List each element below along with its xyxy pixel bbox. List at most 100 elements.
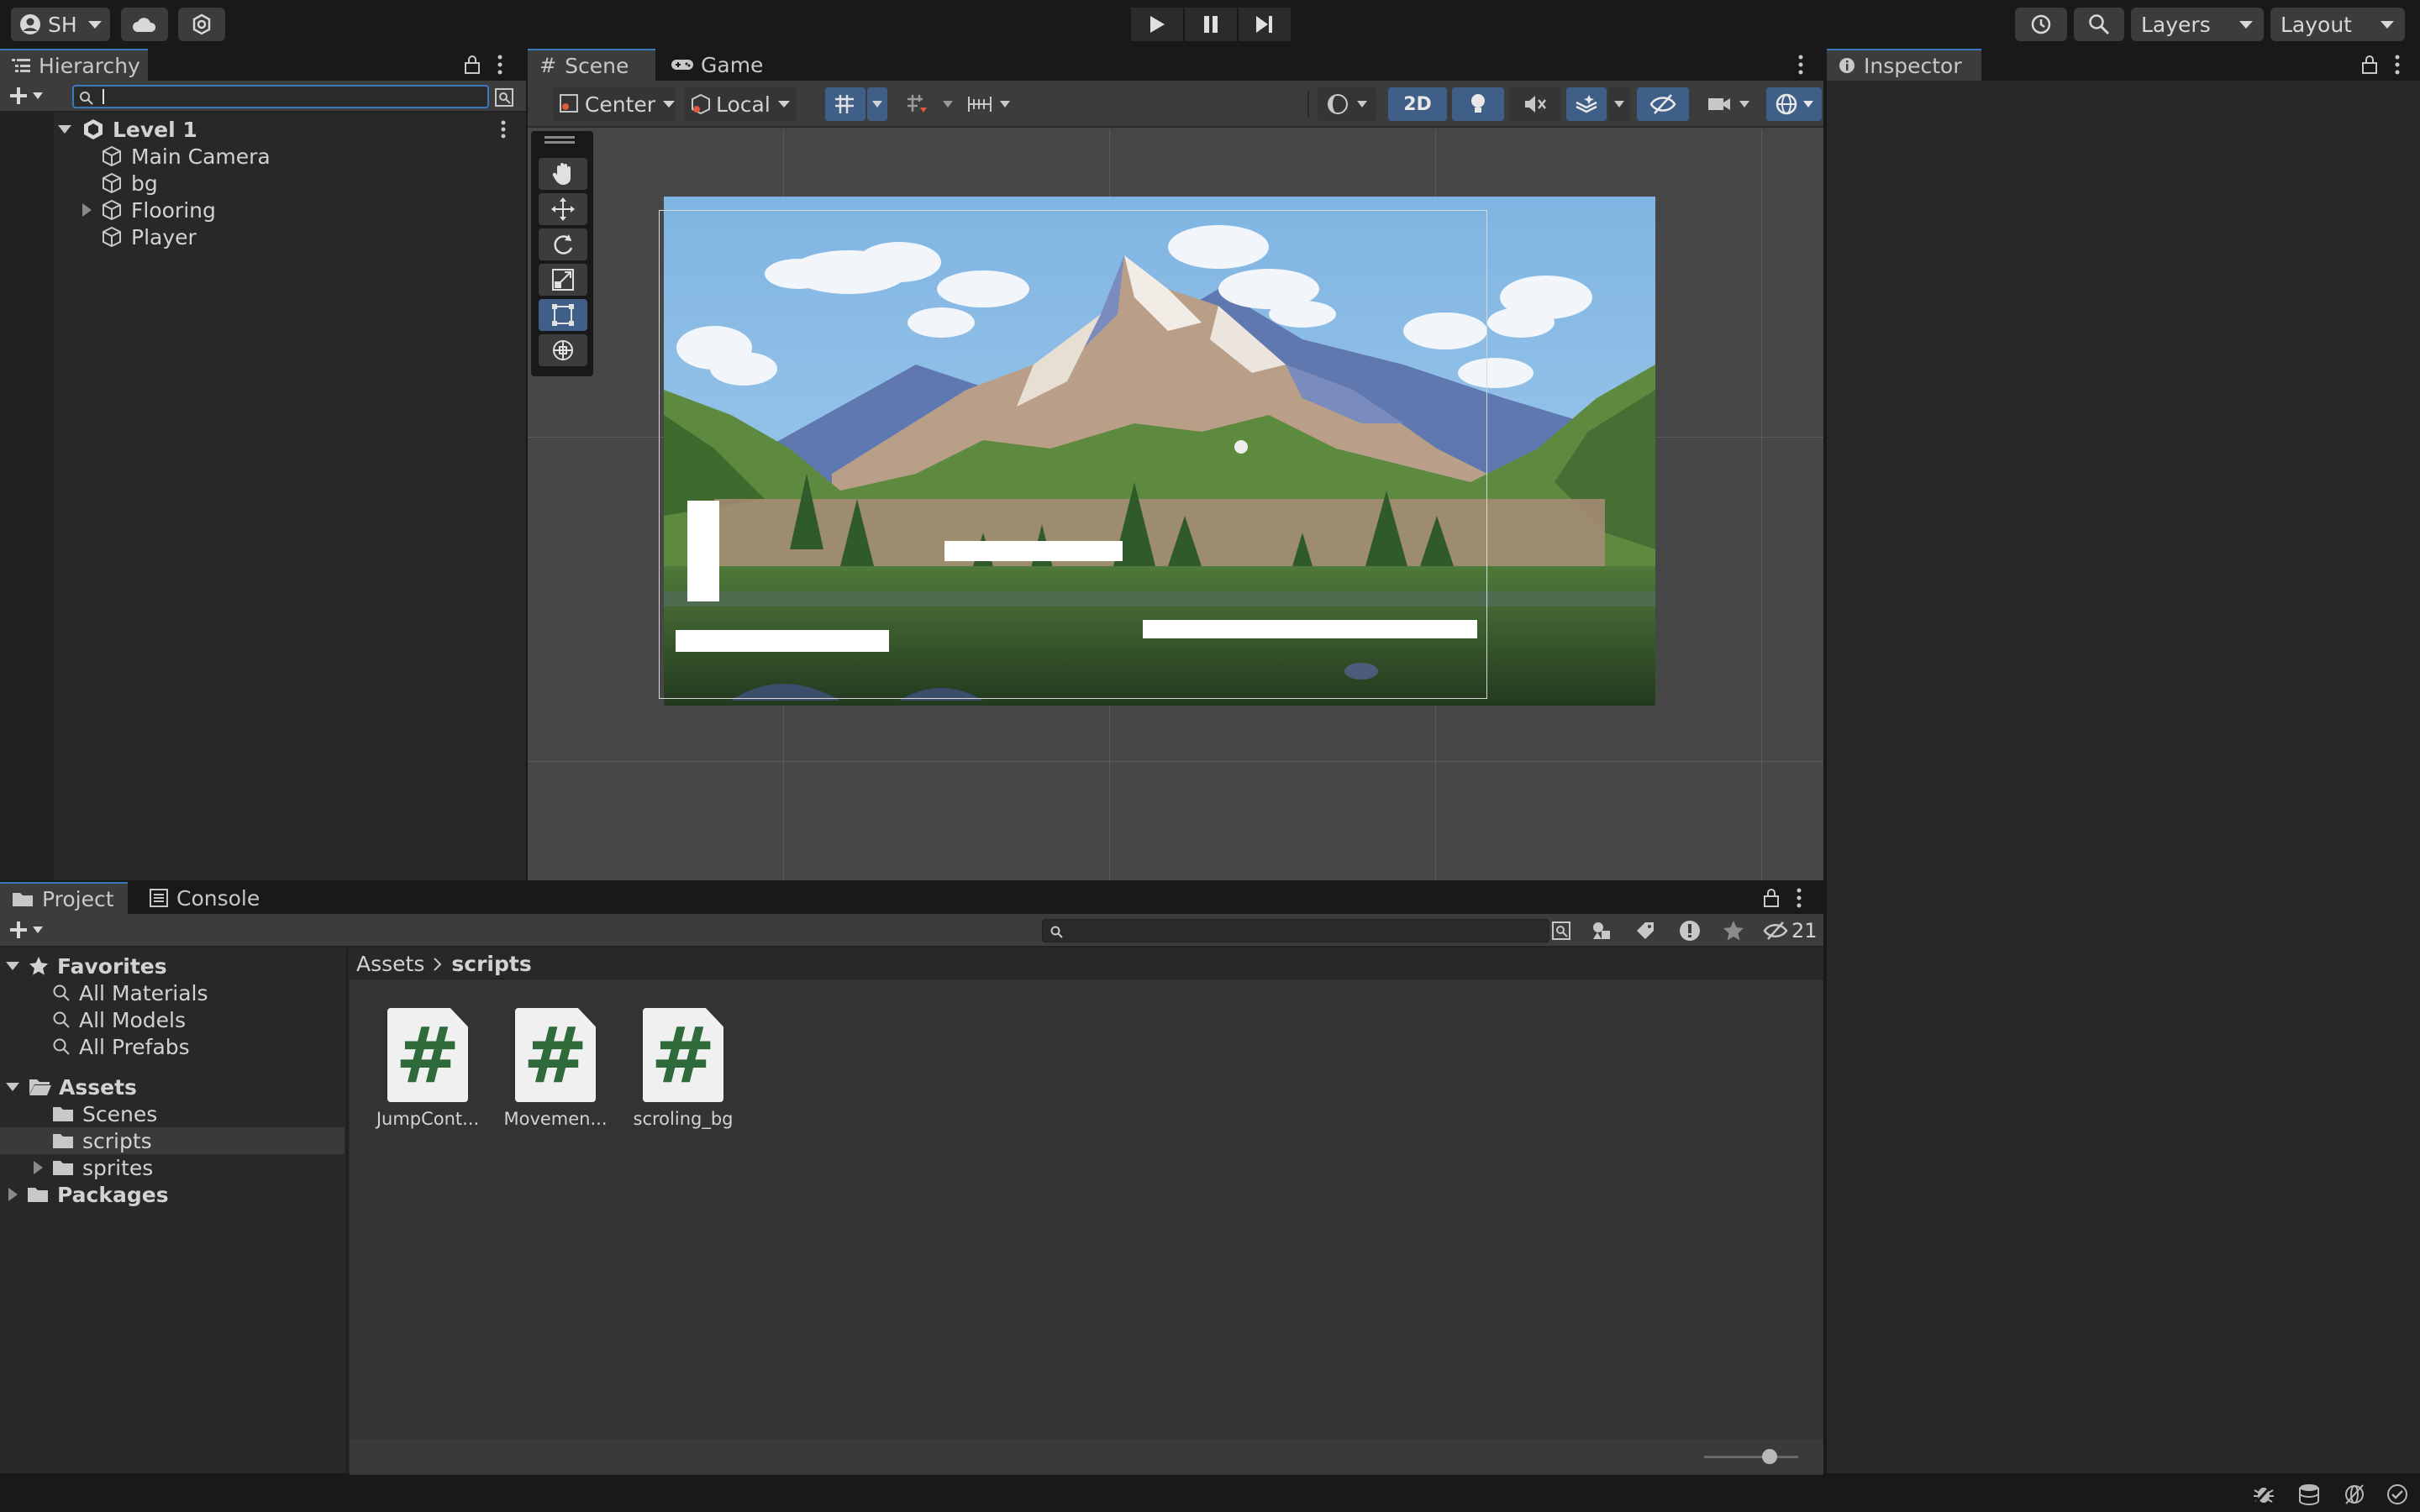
tab-game[interactable]: Game	[659, 49, 768, 81]
favorites-header[interactable]: Favorites	[0, 953, 345, 979]
create-button[interactable]	[8, 86, 44, 106]
drag-handle-icon[interactable]	[544, 136, 575, 139]
hierarchy-search-input[interactable]	[72, 85, 489, 108]
more-options-icon[interactable]	[1795, 887, 1803, 909]
lock-icon[interactable]	[464, 55, 481, 74]
file-item-scroling-bg[interactable]: # scroling_bg	[634, 1008, 734, 1129]
collab-button[interactable]	[178, 8, 225, 41]
collapse-arrow-icon[interactable]	[81, 202, 92, 218]
move-tool-button[interactable]	[539, 193, 587, 225]
layout-dropdown[interactable]: Layout	[2270, 8, 2405, 41]
scale-tool-button[interactable]	[539, 264, 587, 296]
expand-arrow-icon[interactable]	[57, 123, 72, 135]
file-item-jumpcontroller[interactable]: # JumpCont...	[376, 1008, 479, 1129]
expand-arrow-icon[interactable]	[5, 960, 20, 972]
tab-project[interactable]: Project	[0, 882, 128, 914]
tab-console[interactable]: Console	[138, 882, 264, 914]
hierarchy-item-player[interactable]: Player	[0, 223, 523, 250]
scene-canvas[interactable]	[528, 129, 1823, 880]
player-sprite[interactable]	[687, 501, 719, 601]
tab-inspector[interactable]: Inspector	[1827, 49, 1981, 81]
more-options-icon[interactable]	[499, 119, 508, 139]
increment-snap-options[interactable]	[938, 87, 958, 121]
cache-server-icon[interactable]	[2297, 1483, 2321, 1505]
grid-snap-options[interactable]	[867, 87, 887, 121]
search-by-type-icon[interactable]	[1551, 921, 1573, 941]
tab-hierarchy[interactable]: Hierarchy	[0, 49, 148, 81]
cloud-button[interactable]	[121, 8, 168, 41]
drag-handle-icon[interactable]	[544, 141, 575, 144]
filter-by-type-icon[interactable]	[1591, 921, 1613, 941]
favorites-star-icon[interactable]	[1723, 920, 1744, 942]
search-by-type-icon[interactable]	[494, 87, 516, 108]
hash-grid-icon: #	[539, 54, 557, 77]
folder-item-scenes[interactable]: Scenes	[0, 1100, 345, 1127]
scale-icon	[552, 269, 574, 291]
hand-tool-button[interactable]	[539, 158, 587, 190]
network-off-icon[interactable]	[2343, 1483, 2366, 1505]
collapse-arrow-icon[interactable]	[7, 1187, 18, 1202]
breadcrumb-item[interactable]: Assets	[356, 952, 424, 976]
search-button[interactable]	[2074, 8, 2124, 41]
audio-toggle[interactable]	[1509, 87, 1561, 121]
check-circle-icon[interactable]	[2386, 1483, 2408, 1505]
transform-tool-button[interactable]	[539, 334, 587, 366]
play-button[interactable]	[1131, 8, 1183, 41]
hidden-packages-toggle[interactable]: 21	[1763, 919, 1818, 942]
lock-icon[interactable]	[2361, 55, 2378, 74]
assets-folder-row[interactable]: Assets	[0, 1074, 345, 1100]
effects-toggle[interactable]	[1566, 87, 1607, 121]
project-search-input[interactable]	[1042, 919, 1549, 942]
favorite-item-all-prefabs[interactable]: All Prefabs	[0, 1033, 345, 1060]
layers-dropdown[interactable]: Layers	[2131, 8, 2264, 41]
rotate-tool-button[interactable]	[539, 228, 587, 260]
filter-by-label-icon[interactable]	[1635, 921, 1657, 941]
effects-options[interactable]	[1608, 87, 1630, 121]
hierarchy-item-main-camera[interactable]: Main Camera	[0, 143, 523, 170]
hierarchy-item-flooring[interactable]: Flooring	[0, 197, 523, 223]
packages-folder-row[interactable]: Packages	[0, 1181, 345, 1208]
collapse-arrow-icon[interactable]	[32, 1160, 44, 1175]
ruler-toggle[interactable]	[960, 87, 1018, 121]
camera-options-dropdown[interactable]	[1696, 87, 1761, 121]
folder-item-scripts[interactable]: scripts	[0, 1127, 345, 1154]
rect-tool-button[interactable]	[539, 299, 587, 331]
rect-transform-icon	[552, 304, 574, 326]
favorite-item-all-models[interactable]: All Models	[0, 1006, 345, 1033]
more-options-icon[interactable]	[1797, 54, 1805, 76]
pause-button[interactable]	[1185, 8, 1237, 41]
pivot-mode-dropdown[interactable]: Center	[553, 87, 676, 121]
folder-item-sprites[interactable]: sprites	[0, 1154, 345, 1181]
hierarchy-item-bg[interactable]: bg	[0, 170, 523, 197]
undo-history-button[interactable]	[2015, 8, 2067, 41]
increment-snap-toggle[interactable]	[897, 87, 938, 121]
breadcrumb-item[interactable]: scripts	[451, 952, 531, 976]
lighting-toggle[interactable]	[1452, 87, 1504, 121]
grid-snap-toggle[interactable]	[825, 87, 865, 121]
tab-scene[interactable]: # Scene	[528, 49, 655, 81]
more-options-icon[interactable]	[2393, 54, 2402, 76]
expand-arrow-icon[interactable]	[5, 1081, 20, 1093]
account-dropdown[interactable]: SH	[11, 8, 110, 41]
scene-row-level-1[interactable]: Level 1	[0, 116, 523, 143]
floor-platform-sprite[interactable]	[944, 541, 1123, 561]
debug-bug-icon[interactable]	[2252, 1483, 2275, 1505]
list-icon	[12, 59, 30, 72]
pivot-space-dropdown[interactable]: Local	[684, 87, 797, 121]
floor-platform-sprite[interactable]	[676, 630, 889, 652]
lock-icon[interactable]	[1763, 889, 1780, 907]
floor-platform-sprite[interactable]	[1143, 620, 1477, 638]
favorite-item-all-materials[interactable]: All Materials	[0, 979, 345, 1006]
file-item-movement[interactable]: # Movemen...	[503, 1008, 608, 1129]
gizmos-dropdown[interactable]	[1766, 87, 1822, 121]
icon-size-slider-thumb[interactable]	[1762, 1449, 1778, 1464]
2d-mode-toggle[interactable]: 2D	[1388, 87, 1447, 121]
step-button[interactable]	[1239, 8, 1291, 41]
important-log-icon[interactable]	[1679, 920, 1701, 942]
folder-icon	[28, 1188, 48, 1202]
icon-size-slider-track[interactable]	[1704, 1456, 1798, 1458]
more-options-icon[interactable]	[496, 54, 504, 76]
scene-visibility-toggle[interactable]	[1637, 87, 1689, 121]
create-asset-button[interactable]	[8, 920, 44, 940]
draw-mode-dropdown[interactable]	[1318, 87, 1376, 121]
